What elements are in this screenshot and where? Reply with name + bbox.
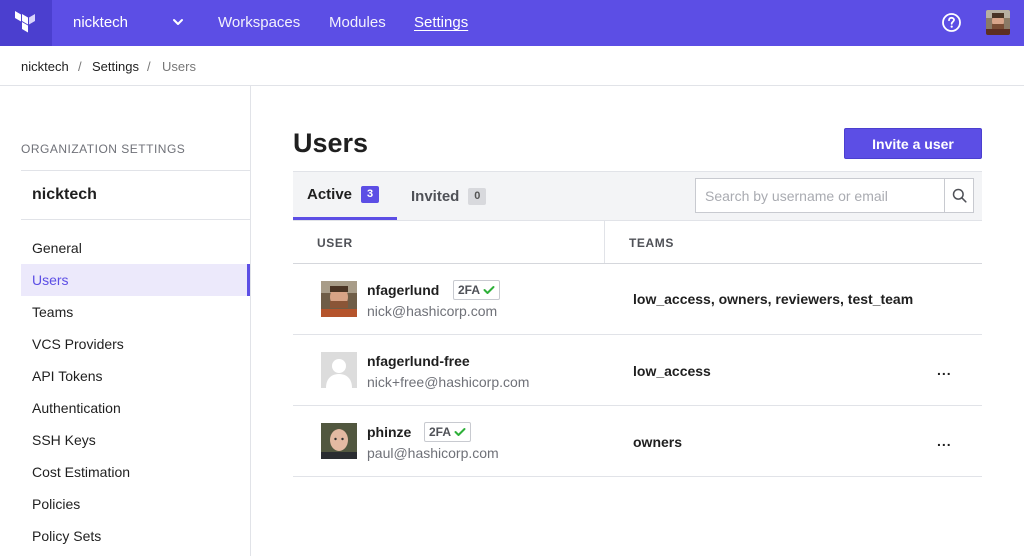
- user-email: paul@hashicorp.com: [367, 445, 499, 461]
- tab-active[interactable]: Active 3: [293, 172, 397, 220]
- twofa-badge: 2FA: [424, 422, 472, 442]
- tab-invited-count-badge: 0: [468, 187, 487, 205]
- twofa-label: 2FA: [429, 425, 452, 439]
- sidebar-item-users[interactable]: Users: [21, 264, 250, 296]
- tab-invited-label: Invited: [411, 187, 460, 205]
- avatar: [321, 352, 357, 388]
- chevron-down-icon[interactable]: [171, 15, 185, 29]
- sidebar-item-policies[interactable]: Policies: [21, 488, 250, 520]
- org-switcher-name[interactable]: nicktech: [73, 14, 128, 31]
- user-teams: low_access, owners, reviewers, test_team: [633, 291, 914, 307]
- row-actions-menu-button[interactable]: ...: [937, 433, 952, 449]
- column-header-teams: TEAMS: [629, 236, 674, 250]
- avatar: [321, 423, 357, 459]
- column-header-user: USER: [317, 236, 353, 250]
- user-name[interactable]: nfagerlund-free: [367, 353, 470, 369]
- check-icon: [454, 428, 466, 436]
- invite-user-button[interactable]: Invite a user: [844, 128, 982, 159]
- sidebar-org-name: nicktech: [32, 186, 97, 203]
- search-button[interactable]: [944, 178, 974, 213]
- sidebar-divider: [21, 170, 250, 171]
- row-actions-menu-button[interactable]: ...: [937, 362, 952, 378]
- table-row: phinze 2FA paul@hashicorp.com owners ...: [293, 406, 982, 477]
- check-icon: [483, 286, 495, 294]
- breadcrumb-org[interactable]: nicktech: [21, 59, 69, 74]
- twofa-label: 2FA: [458, 283, 481, 297]
- nav-link-modules[interactable]: Modules: [329, 14, 386, 31]
- breadcrumb-separator: /: [147, 59, 151, 74]
- user-name[interactable]: nfagerlund: [367, 282, 439, 298]
- user-email: nick@hashicorp.com: [367, 303, 498, 319]
- sidebar-heading: ORGANIZATION SETTINGS: [21, 142, 186, 156]
- tab-active-label: Active: [307, 186, 353, 203]
- sidebar-item-authentication[interactable]: Authentication: [21, 392, 250, 424]
- top-navigation-bar: nicktech Workspaces Modules Settings: [0, 0, 1024, 46]
- sidebar-item-ssh-keys[interactable]: SSH Keys: [21, 424, 250, 456]
- user-teams: owners: [633, 434, 683, 450]
- breadcrumb-current: Users: [162, 59, 196, 74]
- user-search-input[interactable]: [695, 178, 945, 213]
- breadcrumb: nicktech / Settings / Users: [0, 46, 1024, 86]
- page-title: Users: [293, 128, 369, 158]
- table-row: nfagerlund 2FA nick@hashicorp.com low_ac…: [293, 264, 982, 335]
- user-name[interactable]: phinze: [367, 424, 411, 440]
- search-icon: [952, 188, 967, 203]
- sidebar-item-vcs-providers[interactable]: VCS Providers: [21, 328, 250, 360]
- tab-invited[interactable]: Invited 0: [411, 172, 501, 220]
- settings-sidebar: ORGANIZATION SETTINGS nicktech General U…: [0, 86, 251, 556]
- sidebar-item-api-tokens[interactable]: API Tokens: [21, 360, 250, 392]
- nav-link-settings[interactable]: Settings: [414, 14, 468, 31]
- nav-link-workspaces[interactable]: Workspaces: [218, 14, 300, 31]
- twofa-badge: 2FA: [453, 280, 501, 300]
- sidebar-item-teams[interactable]: Teams: [21, 296, 250, 328]
- tab-active-count-badge: 3: [361, 186, 380, 203]
- sidebar-item-policy-sets[interactable]: Policy Sets: [21, 520, 250, 552]
- sidebar-item-cost-estimation[interactable]: Cost Estimation: [21, 456, 250, 488]
- sidebar-divider: [21, 219, 250, 220]
- avatar: [321, 281, 357, 317]
- user-email: nick+free@hashicorp.com: [367, 374, 530, 390]
- terraform-logo-icon[interactable]: [0, 0, 52, 46]
- help-circle-icon[interactable]: [941, 12, 962, 33]
- table-row: nfagerlund-free nick+free@hashicorp.com …: [293, 335, 982, 406]
- breadcrumb-separator: /: [78, 59, 82, 74]
- user-avatar[interactable]: [986, 10, 1010, 35]
- column-divider: [604, 221, 605, 263]
- sidebar-item-general[interactable]: General: [21, 232, 250, 264]
- breadcrumb-settings[interactable]: Settings: [92, 59, 139, 74]
- user-teams: low_access: [633, 363, 711, 379]
